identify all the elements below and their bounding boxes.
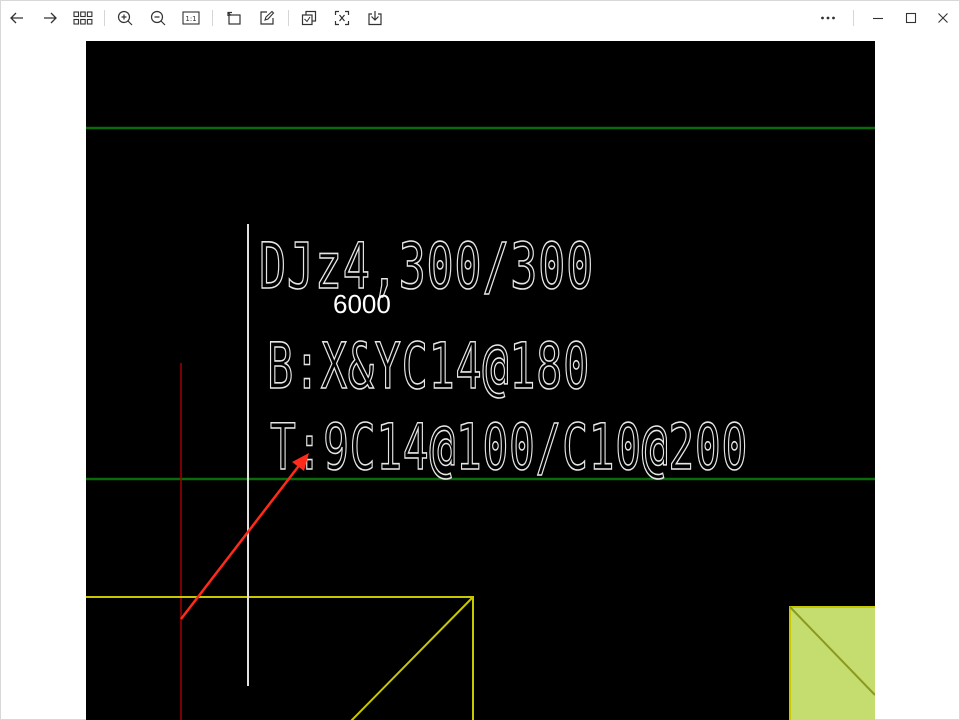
annotation-arrow-shaft	[180, 462, 302, 620]
foundation-outline	[86, 596, 474, 720]
forward-arrow-icon	[44, 12, 57, 24]
maximize-button[interactable]	[898, 5, 924, 31]
back-button[interactable]	[4, 5, 30, 31]
zoom-in-button[interactable]	[112, 5, 138, 31]
save-icon	[368, 11, 382, 26]
actual-size-button[interactable]: 1:1	[178, 5, 204, 31]
top-reinforcement-label: T:9C14@100/C10@200	[270, 411, 748, 484]
toolbar-separator	[853, 10, 854, 26]
text-recognition-button[interactable]	[329, 5, 355, 31]
actual-size-label: 1:1	[185, 15, 196, 23]
image-viewer-window: 1:1 DJz4,300/300 6000 B:X&YC14@180 T:9C1…	[0, 0, 960, 720]
foundation-diagonal	[350, 596, 474, 720]
toolbar-separator	[212, 10, 213, 26]
edit-icon	[260, 10, 275, 25]
save-button[interactable]	[362, 5, 388, 31]
dimension-label: 6000	[333, 289, 391, 319]
zoom-out-icon	[150, 10, 166, 26]
thumbnail-grid-icon	[73, 11, 93, 25]
rotate-icon	[227, 11, 241, 25]
more-options-icon	[821, 16, 835, 20]
thumbnails-button[interactable]	[70, 5, 96, 31]
zoom-out-button[interactable]	[145, 5, 171, 31]
text-recognition-icon	[334, 10, 350, 26]
bottom-reinforcement-label: B:X&YC14@180	[267, 330, 590, 403]
crop-button[interactable]	[296, 5, 322, 31]
close-icon	[938, 13, 948, 23]
foundation-block	[789, 606, 875, 720]
crop-icon	[301, 10, 317, 26]
toolbar-separator	[288, 10, 289, 26]
image-canvas[interactable]: DJz4,300/300 6000 B:X&YC14@180 T:9C14@10…	[86, 41, 875, 720]
rotate-button[interactable]	[221, 5, 247, 31]
zoom-in-icon	[117, 10, 133, 26]
minimize-button[interactable]	[865, 5, 891, 31]
actual-size-icon: 1:1	[182, 11, 200, 25]
cad-drawing: DJz4,300/300 6000 B:X&YC14@180 T:9C14@10…	[86, 126, 875, 720]
maximize-icon	[905, 12, 917, 24]
minimize-icon	[873, 17, 883, 20]
back-arrow-icon	[10, 12, 23, 24]
toolbar-separator	[104, 10, 105, 26]
toolbar: 1:1	[1, 1, 959, 35]
edit-button[interactable]	[254, 5, 280, 31]
close-button[interactable]	[930, 5, 956, 31]
foundation-label: DJz4,300/300	[259, 230, 594, 303]
more-options-button[interactable]	[815, 5, 841, 31]
forward-button[interactable]	[37, 5, 63, 31]
